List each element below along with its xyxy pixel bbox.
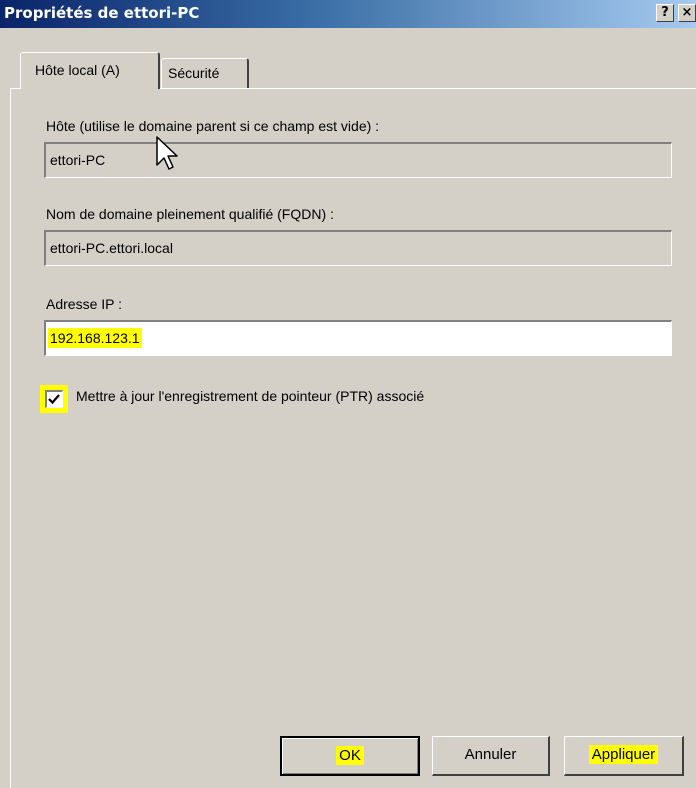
host-value: ettori-PC [50,152,106,168]
tab-securite[interactable]: Sécurité [161,58,249,88]
tab-hote-local-label: Hôte local (A) [35,62,120,78]
close-button[interactable]: × [678,4,696,22]
ok-button[interactable]: OK [280,736,420,776]
ptr-checkbox-box [45,390,63,408]
ip-address-input[interactable]: 192.168.123.1 [44,320,672,356]
tab-panel [10,88,696,788]
ip-label: Adresse IP : [46,296,123,312]
cancel-button[interactable]: Annuler [432,736,550,776]
cancel-button-label: Annuler [464,746,517,763]
checkmark-icon [48,394,60,405]
tab-hote-local[interactable]: Hôte local (A) [20,52,160,89]
ptr-label: Mettre à jour l'enregistrement de pointe… [76,388,425,404]
mouse-cursor-icon [156,136,178,170]
host-field: ettori-PC [44,142,672,178]
help-button[interactable]: ? [656,4,674,22]
ip-value: 192.168.123.1 [48,328,142,348]
title-bar: Propriétés de ettori-PC ? × [0,0,696,28]
host-label: Hôte (utilise le domaine parent si ce ch… [46,118,380,134]
ptr-checkbox[interactable] [40,385,68,413]
apply-button-label: Appliquer [588,745,659,764]
apply-button[interactable]: Appliquer [564,736,684,776]
fqdn-field: ettori-PC.ettori.local [44,230,672,266]
fqdn-value: ettori-PC.ettori.local [50,240,173,256]
window-title: Propriétés de ettori-PC [4,4,200,22]
tab-securite-label: Sécurité [168,65,220,81]
fqdn-label: Nom de domaine pleinement qualifié (FQDN… [46,206,334,222]
ok-button-label: OK [336,746,364,765]
